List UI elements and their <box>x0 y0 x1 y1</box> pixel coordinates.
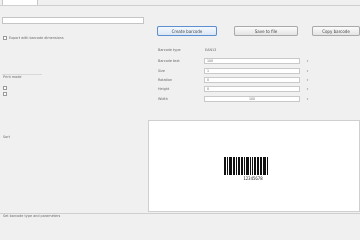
export-checkbox[interactable] <box>3 36 7 40</box>
setting-select[interactable]: 0 <box>204 86 300 92</box>
setting-select-value: 1 <box>207 69 210 73</box>
tab-divider <box>0 5 360 6</box>
setting-select[interactable]: 100 <box>204 96 300 102</box>
create-barcode-label: Create barcode <box>171 28 203 34</box>
setting-label: Barcode text <box>158 59 180 63</box>
print-mode-label: Print mode <box>3 75 22 79</box>
barcode-bar <box>260 157 262 175</box>
setting-select-value: 0 <box>207 78 210 82</box>
setting-label: Size <box>158 69 165 73</box>
barcode-bar <box>250 157 251 175</box>
setting-select[interactable]: 1 <box>204 68 300 74</box>
barcode-image: 12345678 <box>224 157 268 181</box>
setting-select-value: 100 <box>207 59 214 63</box>
chevron-down-icon[interactable]: ▾ <box>306 86 309 92</box>
create-barcode-button[interactable]: Create barcode <box>157 26 217 36</box>
barcode-bar <box>229 157 232 175</box>
save-to-file-button[interactable]: Save to file <box>234 26 298 36</box>
chevron-down-icon[interactable]: ▾ <box>306 77 309 83</box>
print-mode-option[interactable] <box>3 92 7 96</box>
setting-label: Rotation <box>158 78 173 82</box>
barcode-bar <box>252 157 253 175</box>
copy-barcode-label: Copy barcode <box>322 28 350 34</box>
barcode-bar <box>257 157 259 175</box>
text-input[interactable] <box>2 17 144 24</box>
setting-label: Height <box>158 87 170 91</box>
barcode-text: 12345678 <box>243 176 263 181</box>
chevron-down-icon[interactable]: ▾ <box>306 96 309 102</box>
setting-select-value: 100 <box>248 97 256 101</box>
save-to-file-label: Save to file <box>254 28 278 34</box>
setting-select[interactable]: 0 <box>204 77 300 83</box>
print-mode-option[interactable] <box>3 86 7 90</box>
barcode-bar <box>241 157 243 175</box>
setting-label: Barcode type <box>158 48 181 52</box>
barcode-bar <box>244 157 245 175</box>
barcode-bar <box>254 157 256 175</box>
barcode-bar <box>267 157 268 175</box>
barcode-bar <box>236 157 237 175</box>
barcode-preview: 12345678 <box>148 120 360 212</box>
chevron-down-icon[interactable]: ▾ <box>306 68 309 74</box>
setting-value: EAN13 <box>205 48 217 52</box>
status-text: Set barcode type and parameters <box>3 214 61 218</box>
copy-barcode-button[interactable]: Copy barcode <box>312 26 360 36</box>
barcode-bar <box>238 157 240 175</box>
sort-label: Sort <box>3 135 10 139</box>
barcode-bar <box>227 157 228 175</box>
barcode-bar <box>233 157 235 175</box>
setting-select-value: 0 <box>207 87 210 91</box>
export-checkbox-label: Export with barcode dimensions <box>9 35 64 40</box>
chevron-down-icon[interactable]: ▾ <box>306 58 309 64</box>
setting-label: Width <box>158 97 168 101</box>
barcode-bar <box>246 157 249 175</box>
barcode-bar <box>224 157 226 175</box>
barcode-bar <box>263 157 266 175</box>
setting-select[interactable]: 100 <box>204 58 300 64</box>
